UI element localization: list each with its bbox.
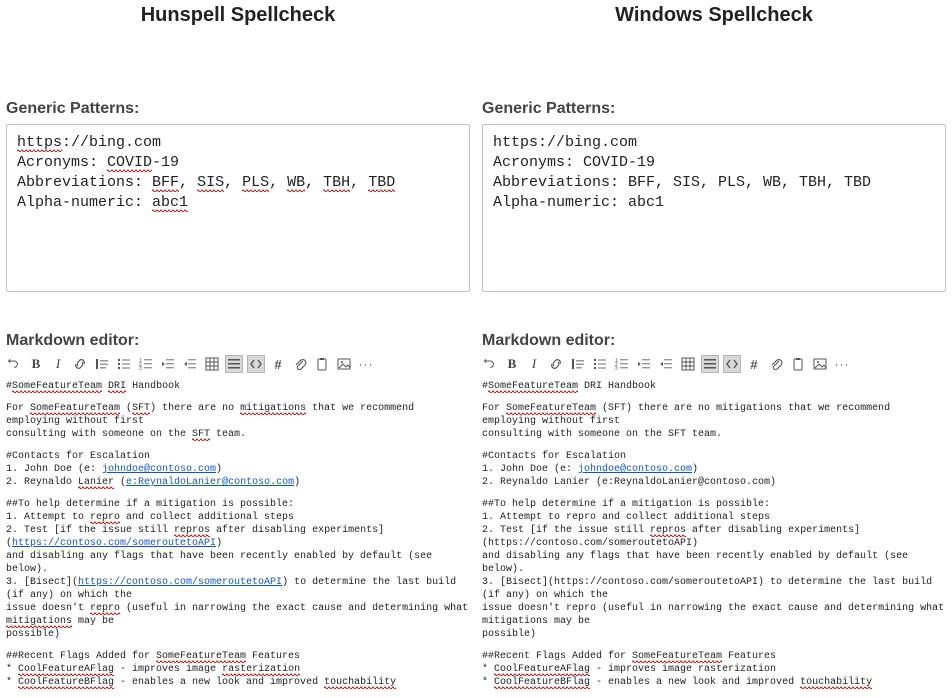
clipboard-icon[interactable] [314,356,330,372]
table-icon[interactable] [204,356,220,372]
code-icon[interactable] [724,356,740,372]
numbered-list-icon[interactable]: 123 [614,356,630,372]
markdown-editor-label: Markdown editor: [482,332,946,350]
code-icon[interactable] [248,356,264,372]
quote-icon[interactable] [570,356,586,372]
svg-text:3: 3 [615,366,618,371]
link-icon[interactable] [72,356,88,372]
table-icon[interactable] [680,356,696,372]
hunspell-column: Hunspell Spellcheck Generic Patterns: ht… [0,0,476,27]
outdent-icon[interactable] [636,356,652,372]
image-icon[interactable] [336,356,352,372]
indent-icon[interactable] [182,356,198,372]
attachment-icon[interactable] [292,356,308,372]
hunspell-title: Hunspell Spellcheck [0,4,476,27]
grid-icon[interactable] [226,356,242,372]
italic-icon[interactable]: I [526,356,542,372]
hash-icon[interactable]: # [746,356,762,372]
windows-column: Windows Spellcheck Generic Patterns: htt… [476,0,952,27]
numbered-list-icon[interactable]: 123 [138,356,154,372]
attachment-icon[interactable] [768,356,784,372]
undo-icon[interactable] [6,356,22,372]
more-icon[interactable]: ··· [358,356,374,372]
markdown-body[interactable]: #SomeFeatureTeam DRI HandbookFor SomeFea… [6,380,470,689]
generic-patterns-box[interactable]: https://bing.comAcronyms: COVID-19Abbrev… [482,124,946,292]
indent-icon[interactable] [658,356,674,372]
grid-icon[interactable] [702,356,718,372]
bold-icon[interactable]: B [28,356,44,372]
generic-patterns-label: Generic Patterns: [6,100,470,118]
italic-icon[interactable]: I [50,356,66,372]
more-icon[interactable]: ··· [834,356,850,372]
bullet-list-icon[interactable] [592,356,608,372]
bullet-list-icon[interactable] [116,356,132,372]
image-icon[interactable] [812,356,828,372]
markdown-toolbar: BI 123 # ··· [482,356,946,372]
markdown-body[interactable]: #SomeFeatureTeam DRI HandbookFor SomeFea… [482,380,946,689]
hash-icon[interactable]: # [270,356,286,372]
markdown-toolbar: BI 123 # ··· [6,356,470,372]
svg-text:3: 3 [139,366,142,371]
windows-title: Windows Spellcheck [476,4,952,27]
clipboard-icon[interactable] [790,356,806,372]
generic-patterns-box[interactable]: https://bing.comAcronyms: COVID-19Abbrev… [6,124,470,292]
outdent-icon[interactable] [160,356,176,372]
undo-icon[interactable] [482,356,498,372]
link-icon[interactable] [548,356,564,372]
quote-icon[interactable] [94,356,110,372]
markdown-editor-label: Markdown editor: [6,332,470,350]
generic-patterns-label: Generic Patterns: [482,100,946,118]
bold-icon[interactable]: B [504,356,520,372]
